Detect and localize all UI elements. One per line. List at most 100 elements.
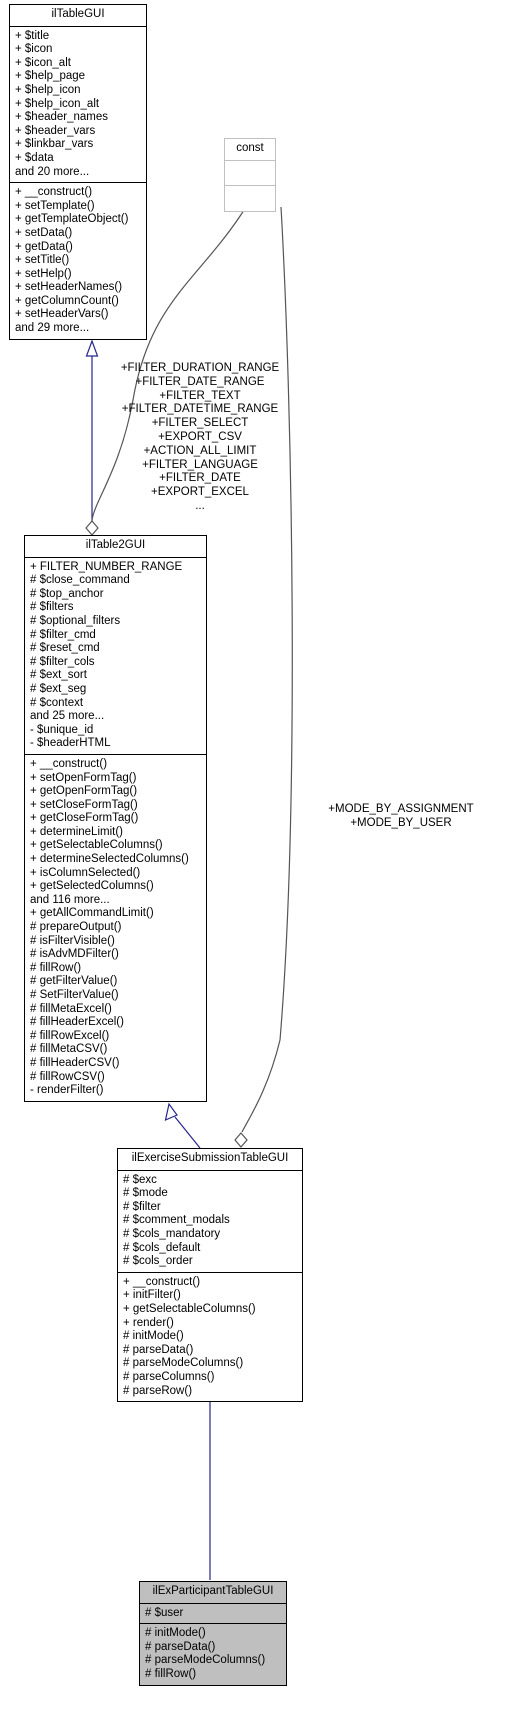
class-title-ilTable2GUI: ilTable2GUI — [25, 536, 206, 558]
class-node-ilTable2GUI[interactable]: ilTable2GUI + FILTER_NUMBER_RANGE # $clo… — [24, 535, 207, 1102]
edge-label-line: +MODE_BY_ASSIGNMENT — [328, 803, 474, 815]
class-member: # parseData() — [123, 1343, 194, 1356]
class-member: + getCloseFormTag() — [30, 812, 139, 825]
class-member: + setTemplate() — [15, 199, 95, 212]
class-member: + isColumnSelected() — [30, 866, 141, 879]
class-member: # $top_anchor — [30, 587, 104, 600]
class-member: # fillRow() — [145, 1667, 197, 1680]
edge-label-line: +FILTER_DATE_RANGE — [135, 375, 265, 388]
class-member: + setHeaderNames() — [15, 281, 123, 294]
class-member: # parseColumns() — [123, 1370, 215, 1383]
class-member: + $help_icon — [15, 83, 81, 96]
class-member: # $ext_sort — [30, 669, 87, 682]
class-member: # $optional_filters — [30, 614, 121, 627]
class-member: + setData() — [15, 226, 73, 239]
class-member: # $cols_default — [123, 1241, 201, 1254]
class-member-more: and 25 more... — [30, 710, 105, 723]
class-member: + render() — [123, 1316, 174, 1329]
class-member: # parseModeColumns() — [145, 1654, 266, 1667]
class-member: # initMode() — [123, 1330, 184, 1343]
class-member: # $filters — [30, 601, 74, 614]
class-member: # isFilterVisible() — [30, 934, 115, 947]
class-member: + __construct() — [123, 1275, 201, 1288]
class-member: # $exc — [123, 1173, 157, 1186]
class-member: - $unique_id — [30, 723, 94, 736]
edge-label-line: +EXPORT_CSV — [158, 430, 242, 443]
class-member: # $user — [145, 1606, 184, 1619]
class-member: # $close_command — [30, 574, 130, 587]
class-title-ilExerciseSubmissionTableGUI: ilExerciseSubmissionTableGUI — [118, 1149, 302, 1171]
edge-label-line: +FILTER_DATETIME_RANGE — [121, 403, 279, 416]
class-node-const[interactable]: const — [224, 138, 276, 212]
class-member: + initFilter() — [123, 1289, 181, 1302]
class-member: # getFilterValue() — [30, 975, 118, 988]
class-member: + getSelectableColumns() — [123, 1302, 256, 1315]
class-title-const: const — [225, 139, 275, 161]
class-member: # $mode — [123, 1187, 168, 1200]
aggregation-edge-const-to-ilExerciseSubmissionTableGUI — [234, 206, 293, 1148]
class-member: # prepareOutput() — [30, 921, 122, 934]
class-member: + setCloseFormTag() — [30, 798, 138, 811]
class-methods-const — [225, 186, 275, 211]
class-member: + getAllCommandLimit() — [30, 907, 154, 920]
class-member: + getData() — [15, 240, 73, 253]
class-member: # $cols_mandatory — [123, 1227, 221, 1240]
class-member: # fillRow() — [30, 961, 82, 974]
class-member: + $data — [15, 151, 54, 164]
class-member: + $icon_alt — [15, 56, 71, 69]
class-member: + $title — [15, 29, 50, 42]
class-member: # $filter — [123, 1200, 161, 1213]
edge-label-line: ... — [195, 499, 205, 512]
class-attributes-ilTableGUI: + $title + $icon + $icon_alt + $help_pag… — [10, 27, 146, 184]
class-member: + $icon — [15, 43, 53, 56]
class-member: - $headerHTML — [30, 737, 111, 750]
class-methods-ilExerciseSubmissionTableGUI: + __construct() + initFilter() + getSele… — [118, 1273, 302, 1401]
edge-label-line: +FILTER_DATE — [159, 472, 241, 485]
class-member: + determineSelectedColumns() — [30, 853, 189, 866]
class-methods-ilExParticipantTableGUI: # initMode() # parseData() # parseModeCo… — [140, 1624, 286, 1684]
uml-class-diagram: ilTableGUI + $title + $icon + $icon_alt … — [0, 0, 507, 1713]
class-attributes-ilTable2GUI: + FILTER_NUMBER_RANGE # $close_command #… — [25, 558, 206, 755]
class-member: + getSelectedColumns() — [30, 880, 154, 893]
inheritance-edge-ilExerciseSubmissionTableGUI-to-ilTable2GUI — [164, 1102, 201, 1149]
class-member: + getColumnCount() — [15, 294, 119, 307]
class-member: # $ext_seg — [30, 682, 87, 695]
class-methods-ilTable2GUI: + __construct() + setOpenFormTag() + get… — [25, 755, 206, 1101]
class-attributes-const — [225, 161, 275, 186]
class-member: + $header_vars — [15, 124, 96, 137]
class-member-more: and 29 more... — [15, 322, 90, 335]
class-member: # fillRowExcel() — [30, 1029, 110, 1042]
edge-label-line: +FILTER_SELECT — [151, 417, 249, 430]
edge-label-line: +ACTION_ALL_LIMIT — [143, 444, 257, 457]
class-node-ilTableGUI[interactable]: ilTableGUI + $title + $icon + $icon_alt … — [9, 4, 147, 340]
class-member: # parseData() — [145, 1640, 216, 1653]
class-member: # isAdvMDFilter() — [30, 948, 119, 961]
class-methods-ilTableGUI: + __construct() + setTemplate() + getTem… — [10, 183, 146, 339]
edge-label-const-modes: +MODE_BY_ASSIGNMENT +MODE_BY_USER — [296, 803, 506, 831]
class-member: + determineLimit() — [30, 825, 123, 838]
class-node-ilExParticipantTableGUI[interactable]: ilExParticipantTableGUI # $user # initMo… — [139, 1581, 287, 1686]
class-member: # parseRow() — [123, 1384, 193, 1397]
edge-label-line: +MODE_BY_USER — [350, 816, 452, 829]
class-title-ilTableGUI: ilTableGUI — [10, 5, 146, 27]
class-member: + getSelectableColumns() — [30, 839, 163, 852]
class-member: # fillMetaCSV() — [30, 1043, 108, 1056]
edge-label-line: +FILTER_TEXT — [159, 389, 241, 402]
class-member: # $comment_modals — [123, 1214, 230, 1227]
class-member: + $header_names — [15, 111, 109, 124]
class-member: # $reset_cmd — [30, 642, 100, 655]
class-member: # initMode() — [145, 1627, 206, 1640]
class-member: + getOpenFormTag() — [30, 785, 138, 798]
class-member: + __construct() — [30, 757, 108, 770]
class-member: # parseModeColumns() — [123, 1357, 244, 1370]
class-member: # fillHeaderExcel() — [30, 1016, 124, 1029]
class-member: + $help_page — [15, 70, 86, 83]
class-member: # $filter_cmd — [30, 628, 96, 641]
class-member: # SetFilterValue() — [30, 989, 119, 1001]
class-node-ilExerciseSubmissionTableGUI[interactable]: ilExerciseSubmissionTableGUI # $exc # $m… — [117, 1148, 303, 1403]
class-member: + $help_icon_alt — [15, 97, 100, 110]
class-member: + __construct() — [15, 186, 93, 199]
class-attributes-ilExerciseSubmissionTableGUI: # $exc # $mode # $filter # $comment_moda… — [118, 1171, 302, 1273]
edge-label-line: +FILTER_DURATION_RANGE — [120, 362, 280, 374]
edge-label-line: +FILTER_LANGUAGE — [142, 458, 258, 471]
